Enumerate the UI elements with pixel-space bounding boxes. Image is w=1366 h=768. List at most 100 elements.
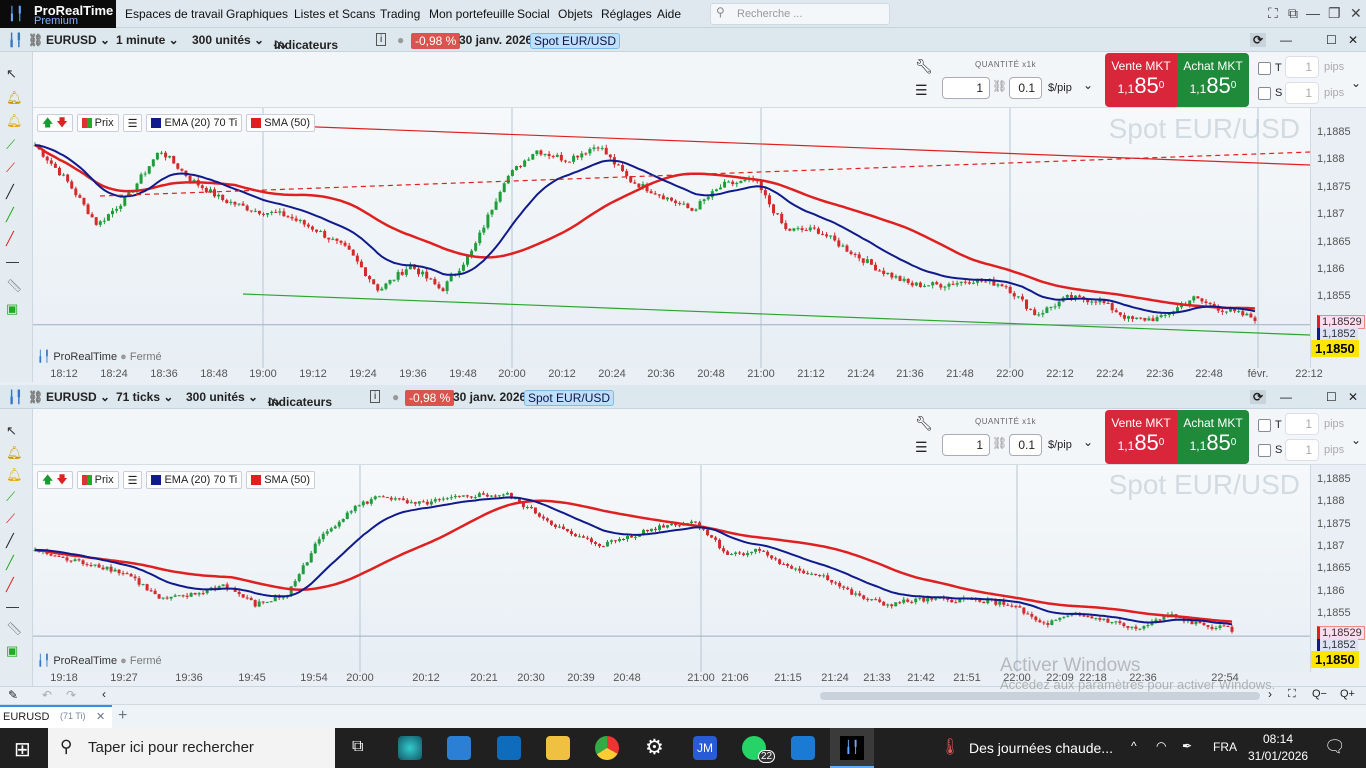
trade-options-chevron[interactable]: ⌄ — [1351, 76, 1361, 90]
chart-close-button[interactable]: ✕ — [1348, 33, 1358, 47]
link-icon[interactable]: ⛓ — [28, 33, 43, 47]
line-tool-icon[interactable]: ╱ — [6, 184, 14, 200]
pen-icon[interactable]: ✒ — [1182, 739, 1192, 753]
settings-icon[interactable]: ⚙ — [645, 735, 664, 760]
green-line-icon[interactable]: ╱ — [6, 555, 14, 571]
order-ir-icon[interactable]: ▣ — [6, 301, 18, 317]
order-ir-icon[interactable]: ▣ — [6, 643, 18, 659]
store-icon[interactable] — [447, 736, 471, 760]
chrome-icon[interactable] — [595, 736, 619, 760]
pip-value-input[interactable]: 0.1 — [1009, 77, 1042, 99]
alarm-bell-icon[interactable]: 🔔︎ — [6, 467, 23, 483]
link-quantity-icon[interactable]: ⛓ — [992, 436, 1007, 450]
close-button[interactable]: ✕ — [1350, 5, 1362, 22]
symbol-selector[interactable]: EURUSD ⌄ — [46, 390, 110, 404]
sync-icon[interactable]: ⟳ — [1250, 33, 1267, 47]
taskbar-search-input[interactable]: Taper ici pour rechercher — [48, 728, 335, 768]
line-tool-icon[interactable]: ╱ — [6, 533, 14, 549]
interval-selector[interactable]: 71 ticks ⌄ — [116, 390, 173, 404]
arrows-toggle[interactable]: 🡅 🡇 — [37, 114, 73, 132]
menu-help[interactable]: Aide — [657, 7, 681, 21]
draw-tool-icon[interactable]: ✎ — [8, 688, 18, 702]
menu-lists-scans[interactable]: Listes et Scans — [294, 7, 375, 21]
order-list-icon[interactable]: ☰ — [915, 82, 928, 99]
trend-ir-icon[interactable]: ⟋ — [6, 137, 15, 153]
stop-loss-checkbox[interactable] — [1258, 87, 1271, 100]
menu-trading[interactable]: Trading — [380, 7, 420, 21]
units-selector[interactable]: 300 unités ⌄ — [192, 33, 264, 47]
menu-objects[interactable]: Objets — [558, 7, 593, 21]
edge-icon[interactable] — [398, 736, 422, 760]
search-input[interactable]: Recherche ... — [710, 3, 890, 25]
legend-sma[interactable]: SMA (50) — [246, 471, 316, 489]
cursor-icon[interactable]: ↖ — [6, 423, 17, 439]
take-profit-checkbox[interactable] — [1258, 62, 1271, 75]
trend-ir-red-icon[interactable]: ⟋ — [6, 511, 15, 527]
chart-close-button[interactable]: ✕ — [1348, 390, 1358, 404]
file-explorer-icon[interactable] — [546, 736, 570, 760]
units-selector[interactable]: 300 unités ⌄ — [186, 390, 258, 404]
price-axis[interactable]: 1,1885 1,188 1,1875 1,187 1,1865 1,186 1,1855 1… — [1310, 465, 1366, 672]
legend-ema[interactable]: EMA (20) 70 Ti — [146, 471, 243, 489]
instrument-badge[interactable]: Spot EUR/USD — [530, 33, 621, 49]
green-line-icon[interactable]: ╱ — [6, 207, 14, 223]
ruler-icon[interactable]: 📏︎ — [6, 621, 23, 637]
legend-list-icon[interactable]: ☰ — [122, 114, 143, 132]
zoom-out-icon[interactable]: Q− — [1312, 688, 1327, 700]
task-view-icon[interactable]: ⧉ — [352, 738, 363, 756]
menu-charts[interactable]: Graphiques — [226, 7, 288, 21]
chart-minimize-button[interactable]: — — [1280, 33, 1292, 47]
price-chart-0[interactable]: Spot EUR/USD 🡅 🡇 Prix ☰ EMA (20) 70 Ti SM… — [33, 108, 1310, 368]
chart-maximize-button[interactable]: ☐ — [1326, 33, 1337, 47]
sell-market-button[interactable]: Vente MKT 1,1850 — [1105, 53, 1177, 107]
clock-date[interactable]: 31/01/2026 — [1248, 749, 1308, 763]
trade-options-chevron[interactable]: ⌄ — [1351, 433, 1361, 447]
trend-ir-icon[interactable]: ⟋ — [6, 489, 15, 505]
order-options-chevron[interactable]: ⌄ — [1083, 78, 1093, 92]
take-profit-checkbox[interactable] — [1258, 419, 1271, 432]
link-icon[interactable]: ⛓ — [28, 390, 43, 404]
workspace-tab-eurusd[interactable]: EURUSD (71 Ti) ✕ — [0, 705, 112, 729]
info-icon[interactable]: i — [370, 390, 381, 403]
legend-sma[interactable]: SMA (50) — [246, 114, 316, 132]
chart-minimize-button[interactable]: — — [1280, 390, 1292, 404]
stop-loss-checkbox[interactable] — [1258, 444, 1271, 457]
menu-workspaces[interactable]: Espaces de travail — [125, 7, 223, 21]
horizontal-scrollbar[interactable] — [820, 692, 1260, 700]
scroll-left-icon[interactable]: ‹ — [102, 687, 106, 701]
alarm-bell-icon[interactable]: 🔔︎ — [6, 113, 23, 129]
buy-market-button[interactable]: Achat MKT 1,1850 — [1177, 53, 1249, 107]
minimize-button[interactable]: — — [1306, 5, 1320, 21]
tray-expand-icon[interactable]: ^ — [1131, 739, 1137, 753]
stop-loss-pips-input[interactable]: 1 — [1285, 82, 1319, 104]
alert-ir-icon[interactable]: 🔔︎ — [6, 90, 23, 106]
legend-list-icon[interactable]: ☰ — [122, 471, 143, 489]
clock-time[interactable]: 08:14 — [1263, 732, 1293, 746]
cursor-icon[interactable]: ↖ — [6, 66, 17, 82]
order-options-chevron[interactable]: ⌄ — [1083, 435, 1093, 449]
price-chart-1[interactable]: Spot EUR/USD 🡅 🡇 Prix ☰ EMA (20) 70 Ti SM… — [33, 465, 1310, 672]
alert-ir-icon[interactable]: 🔔︎ — [6, 445, 23, 461]
price-axis[interactable]: 1,1885 1,188 1,1875 1,187 1,1865 1,186 1,1855 1… — [1310, 108, 1366, 368]
link-quantity-icon[interactable]: ⛓ — [992, 79, 1007, 93]
horizontal-line-icon[interactable]: — — [6, 599, 19, 614]
sell-market-button[interactable]: Vente MKT 1,1850 — [1105, 410, 1177, 464]
sync-icon[interactable]: ⟳ — [1250, 390, 1267, 404]
take-profit-pips-input[interactable]: 1 — [1285, 413, 1319, 435]
menu-social[interactable]: Social — [517, 7, 550, 21]
outlook-icon[interactable] — [497, 736, 521, 760]
legend-ema[interactable]: EMA (20) 70 Ti — [146, 114, 243, 132]
stop-loss-pips-input[interactable]: 1 — [1285, 439, 1319, 461]
pip-value-input[interactable]: 0.1 — [1009, 434, 1042, 456]
jm-app-icon[interactable]: JM — [693, 736, 717, 760]
fit-icon[interactable]: ⛶ — [1288, 688, 1296, 701]
menu-settings[interactable]: Réglages — [601, 7, 652, 21]
ruler-icon[interactable]: 📏︎ — [6, 278, 23, 294]
layout-icon[interactable]: ⛶ — [1268, 5, 1278, 22]
info-icon[interactable]: i — [376, 33, 387, 46]
take-profit-pips-input[interactable]: 1 — [1285, 56, 1319, 78]
photos-icon[interactable] — [791, 736, 815, 760]
indicators-button[interactable]: 〰 Indicateurs ⌄ — [268, 390, 332, 411]
notifications-icon[interactable]: 🗨 — [1324, 737, 1346, 757]
legend-price[interactable]: Prix — [76, 471, 119, 489]
